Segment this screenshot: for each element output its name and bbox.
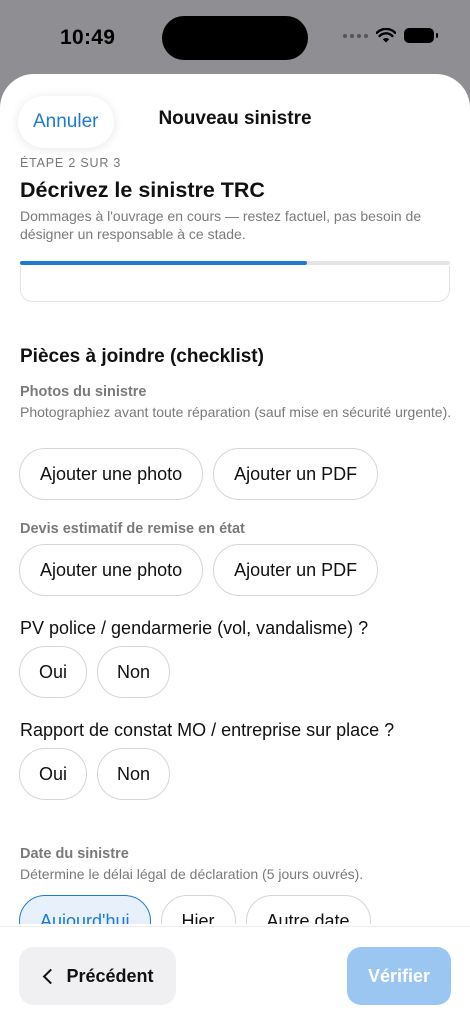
photos-add-pdf-button[interactable]: Ajouter un PDF <box>213 448 379 500</box>
progress-fill <box>20 261 307 265</box>
chevron-left-icon <box>43 968 59 984</box>
status-bar: 10:49 <box>0 0 470 74</box>
site-report-no-button[interactable]: Non <box>97 748 171 800</box>
previous-button[interactable]: Précédent <box>19 947 176 1005</box>
police-report-no-button[interactable]: Non <box>97 646 171 698</box>
estimate-label: Devis estimatif de remise en état <box>20 521 245 537</box>
verify-button[interactable]: Vérifier <box>347 947 451 1005</box>
police-report-question: PV police / gendarmerie (vol, vandalisme… <box>20 618 369 638</box>
page-title: Nouveau sinistre <box>158 108 312 129</box>
date-yesterday-button[interactable]: Hier <box>160 895 236 924</box>
estimate-add-pdf-button[interactable]: Ajouter un PDF <box>213 544 379 596</box>
new-claim-sheet: Annuler Nouveau sinistre ÉTAPE 2 SUR 3 D… <box>0 74 470 1024</box>
form-scroll-area[interactable]: Pièces à joindre (checklist) Photos du s… <box>0 266 470 924</box>
wifi-icon <box>376 28 396 43</box>
previous-field-card <box>20 266 450 302</box>
police-report-options: Oui Non <box>19 646 171 698</box>
date-label: Date du sinistre <box>20 846 129 862</box>
step-indicator: ÉTAPE 2 SUR 3 <box>20 156 122 170</box>
photos-actions: Ajouter une photo Ajouter un PDF <box>19 448 379 500</box>
photos-label: Photos du sinistre <box>20 384 147 400</box>
dynamic-island <box>162 16 308 60</box>
battery-icon <box>404 28 438 43</box>
date-other-button[interactable]: Autre date <box>245 895 371 924</box>
status-time: 10:49 <box>60 26 116 49</box>
step-description: Dommages à l'ouvrage en cours — restez f… <box>20 208 422 242</box>
site-report-options: Oui Non <box>19 748 171 800</box>
previous-button-label: Précédent <box>66 965 154 986</box>
police-report-yes-button[interactable]: Oui <box>19 646 88 698</box>
estimate-actions: Ajouter une photo Ajouter un PDF <box>19 544 379 596</box>
photos-add-photo-button[interactable]: Ajouter une photo <box>19 448 204 500</box>
date-today-button[interactable]: Aujourd'hui <box>19 895 151 924</box>
progress-bar <box>20 261 450 265</box>
site-report-question: Rapport de constat MO / entreprise sur p… <box>20 720 395 740</box>
footer-bar: Précédent Vérifier <box>0 926 470 1024</box>
photos-hint: Photographiez avant toute réparation (sa… <box>20 404 452 420</box>
site-report-yes-button[interactable]: Oui <box>19 748 88 800</box>
date-hint: Détermine le délai légal de déclaration … <box>20 866 364 882</box>
attachments-section-title: Pièces à joindre (checklist) <box>20 346 264 367</box>
date-options: Aujourd'hui Hier Autre date <box>19 895 371 924</box>
step-title: Décrivez le sinistre TRC <box>20 178 265 202</box>
status-icons <box>343 28 438 43</box>
signal-dots-icon <box>343 33 368 38</box>
estimate-add-photo-button[interactable]: Ajouter une photo <box>19 544 204 596</box>
